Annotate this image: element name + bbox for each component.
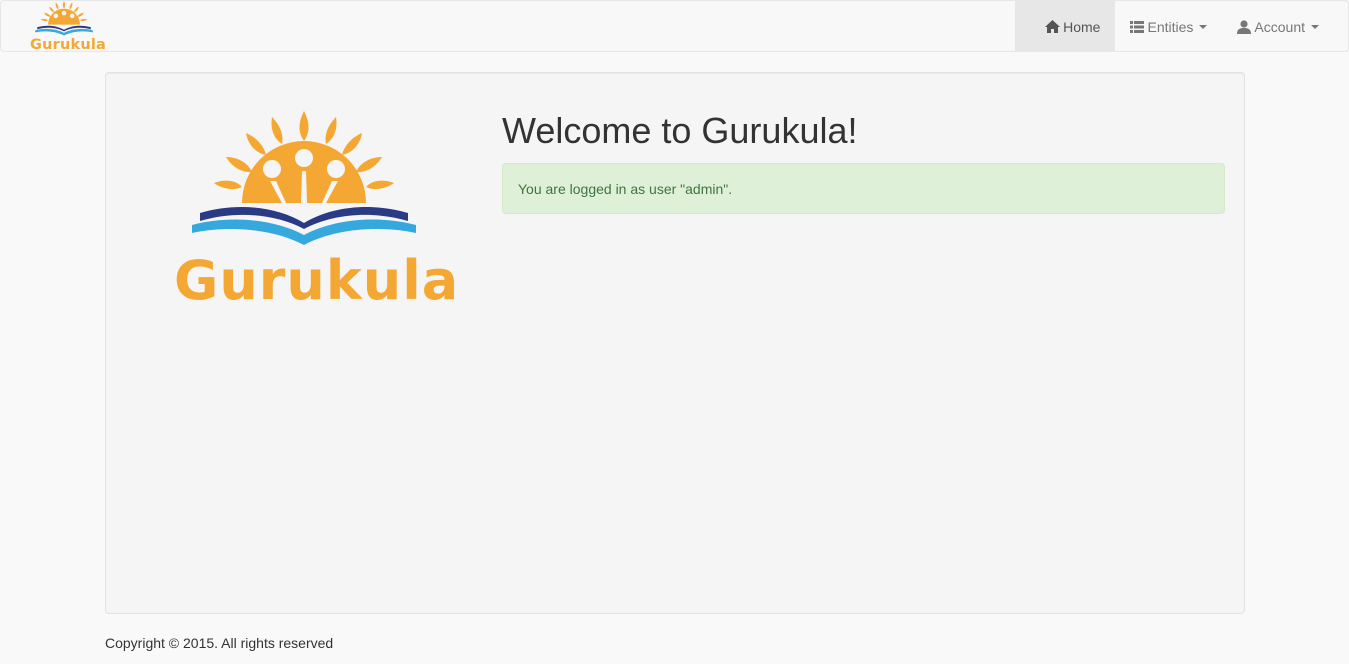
home-icon [1045,20,1061,33]
nav-home[interactable]: Home [1015,1,1116,52]
main-nav: Home Entities Account [1015,1,1334,52]
hero-logo: Gurukula [174,111,460,312]
navbar: Gurukula Home Entities Account [0,0,1349,53]
alert-text: You are logged in as user "admin". [518,180,733,197]
gurukula-logo-icon [192,111,416,245]
chevron-down-icon [1311,24,1319,29]
hero-well: Gurukula Welcome to Gurukula! You are lo… [105,72,1245,614]
page-title: Welcome to Gurukula! [502,110,858,151]
nav-account[interactable]: Account [1222,1,1334,52]
nav-home-label: Home [1063,18,1101,35]
hero-logo-text: Gurukula [174,249,460,312]
nav-account-label: Account [1254,18,1305,35]
footer-copyright: Copyright © 2015. All rights reserved [105,635,334,651]
list-icon [1130,20,1145,33]
login-status-alert: You are logged in as user "admin". [502,163,1225,214]
user-icon [1237,19,1252,34]
nav-entities-label: Entities [1147,18,1194,35]
nav-entities[interactable]: Entities [1115,1,1222,52]
chevron-down-icon [1199,24,1208,29]
gurukula-logo-icon [35,1,93,36]
brand-logo-link[interactable]: Gurukula [29,1,107,53]
brand-name: Gurukula [30,37,107,53]
